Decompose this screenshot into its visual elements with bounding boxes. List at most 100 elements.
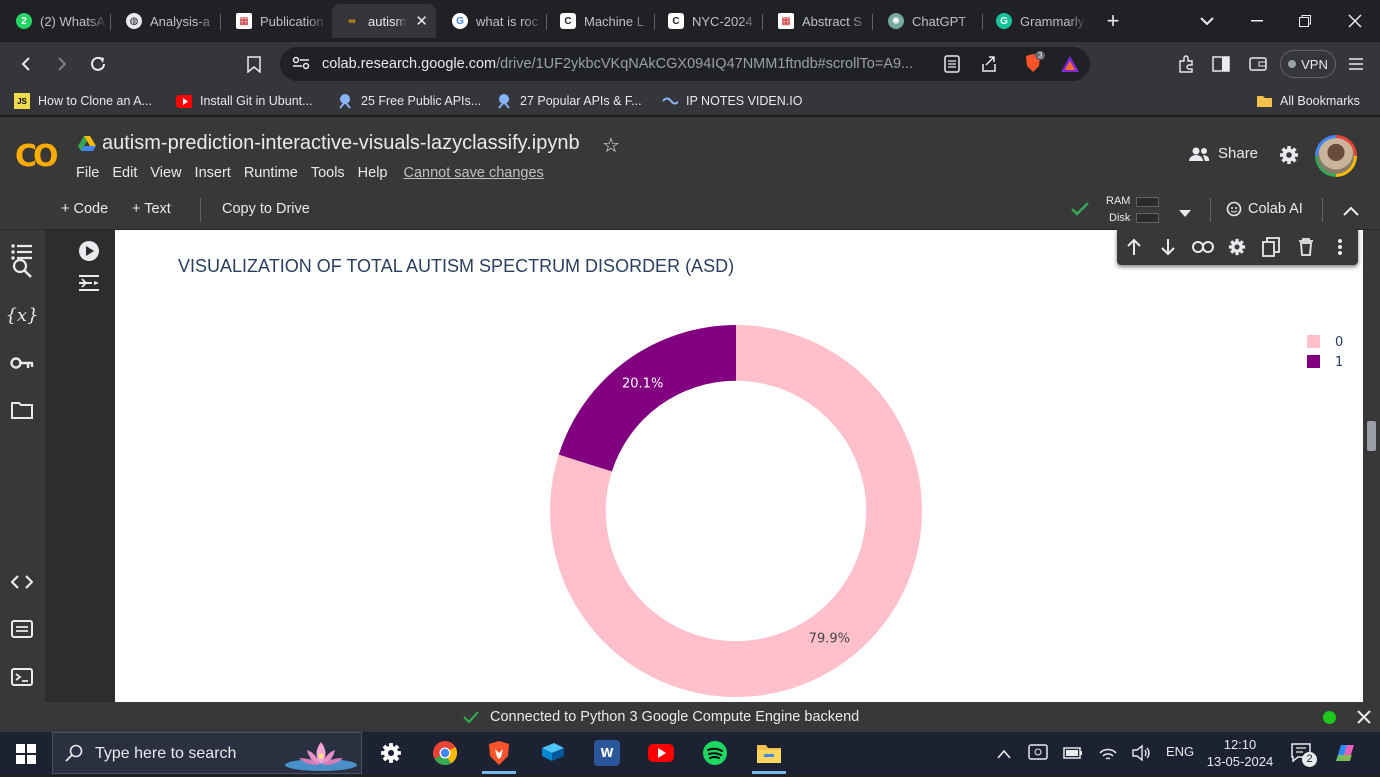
colab-ai-button[interactable]: Colab AI — [1226, 201, 1303, 217]
collapse-header-icon[interactable] — [1343, 203, 1359, 221]
add-text-button[interactable]: + Text — [132, 201, 171, 217]
sidebar-icon[interactable] — [1209, 52, 1233, 76]
bookmark-item[interactable]: 27 Popular APIs & F... — [496, 93, 642, 109]
menu-runtime[interactable]: Runtime — [244, 165, 298, 181]
forward-icon[interactable] — [50, 52, 74, 76]
move-cell-down-icon[interactable] — [1157, 236, 1179, 258]
browser-tab[interactable]: ▦ Abstract S — [766, 4, 870, 38]
clock[interactable]: 12:10 13-05-2024 — [1200, 736, 1280, 770]
add-code-button[interactable]: + Code — [61, 201, 108, 217]
restore-button[interactable] — [1292, 8, 1318, 34]
taskbar-app-icon[interactable] — [540, 740, 566, 766]
taskbar-search-box[interactable]: Type here to search — [52, 732, 362, 774]
cell-settings-icon[interactable] — [1226, 236, 1248, 258]
copy-to-drive-button[interactable]: Copy to Drive — [222, 201, 310, 217]
minimize-button[interactable] — [1244, 8, 1270, 34]
all-bookmarks[interactable]: All Bookmarks — [1256, 93, 1360, 109]
delete-cell-icon[interactable] — [1295, 236, 1317, 258]
bookmark-item[interactable]: 25 Free Public APIs... — [337, 93, 481, 109]
tab-search-icon[interactable] — [1194, 8, 1220, 34]
browser-tab[interactable]: ▦ Publication — [224, 4, 328, 38]
donut-slice-1[interactable] — [558, 325, 736, 472]
share-button[interactable]: Share — [1188, 145, 1258, 162]
tray-app-icon[interactable] — [1028, 744, 1048, 767]
browser-tab[interactable]: C NYC-2024 — [656, 4, 760, 38]
browser-tab[interactable]: 2 (2) WhatsA — [4, 4, 108, 38]
browser-tab[interactable]: ✺ ChatGPT — [876, 4, 980, 38]
colab-logo[interactable]: CO — [15, 139, 58, 174]
taskbar-word-icon[interactable]: W — [594, 740, 620, 766]
reader-mode-icon[interactable] — [944, 55, 960, 78]
windows-start-icon[interactable] — [16, 744, 36, 769]
taskbar-file-explorer-icon[interactable] — [756, 740, 782, 766]
variables-icon[interactable]: {𝑥} — [5, 301, 38, 329]
code-snippets-icon[interactable] — [8, 568, 36, 596]
mirror-cell-icon[interactable] — [1260, 236, 1282, 258]
avatar[interactable] — [1315, 135, 1357, 177]
menu-edit[interactable]: Edit — [112, 165, 137, 181]
volume-icon[interactable] — [1131, 744, 1151, 767]
more-options-icon[interactable] — [1329, 236, 1351, 258]
runtime-dropdown-icon[interactable] — [1178, 205, 1192, 223]
menu-icon[interactable] — [1344, 52, 1368, 76]
bookmark-item[interactable]: JS How to Clone an A... — [14, 93, 152, 109]
close-window-button[interactable] — [1342, 8, 1368, 34]
notebook-scrollbar[interactable] — [1363, 230, 1380, 702]
star-icon[interactable]: ☆ — [602, 133, 620, 158]
bookmark-item[interactable]: Install Git in Ubunt... — [176, 93, 313, 109]
browser-tab[interactable]: ◍ Analysis-a — [114, 4, 218, 38]
scrollbar-thumb[interactable] — [1367, 421, 1376, 451]
close-status-icon[interactable] — [1357, 710, 1371, 729]
chart-legend[interactable]: 01 — [1307, 335, 1343, 370]
browser-tab[interactable]: C Machine L — [548, 4, 652, 38]
taskbar-spotify-icon[interactable] — [702, 740, 728, 766]
show-hidden-icons-icon[interactable] — [997, 746, 1011, 764]
menu-help[interactable]: Help — [358, 165, 388, 181]
brave-rewards-icon[interactable] — [1060, 55, 1080, 78]
close-tab-icon[interactable]: ✕ — [415, 12, 428, 30]
command-palette-icon[interactable] — [8, 615, 36, 643]
browser-tab[interactable]: ∞ autism ✕ — [332, 4, 436, 38]
wifi-icon[interactable] — [1098, 744, 1118, 767]
bookmark-page-icon[interactable] — [242, 52, 266, 76]
taskbar-brave-icon[interactable] — [486, 740, 512, 766]
notebook-title[interactable]: autism-prediction-interactive-visuals-la… — [102, 132, 580, 155]
extensions-icon[interactable] — [1174, 52, 1198, 76]
wallet-icon[interactable] — [1246, 52, 1270, 76]
cannot-save-link[interactable]: Cannot save changes — [404, 165, 544, 181]
legend-label[interactable]: 0 — [1335, 335, 1343, 350]
bookmark-item[interactable]: IP NOTES VIDEN.IO — [662, 93, 802, 109]
link-icon[interactable] — [1192, 236, 1214, 258]
menu-insert[interactable]: Insert — [195, 165, 231, 181]
secrets-key-icon[interactable] — [8, 349, 36, 377]
legend-swatch[interactable] — [1307, 355, 1320, 368]
site-settings-icon[interactable] — [292, 55, 310, 76]
files-folder-icon[interactable] — [8, 396, 36, 424]
move-cell-up-icon[interactable] — [1123, 236, 1145, 258]
run-cell-icon[interactable] — [78, 240, 100, 267]
language-indicator[interactable]: ENG — [1166, 744, 1194, 759]
menu-file[interactable]: File — [76, 165, 99, 181]
taskbar-chrome-icon[interactable] — [432, 740, 458, 766]
menu-tools[interactable]: Tools — [311, 165, 345, 181]
battery-icon[interactable] — [1063, 746, 1083, 764]
vpn-button[interactable]: VPN — [1280, 50, 1336, 78]
legend-swatch[interactable] — [1307, 335, 1320, 348]
new-tab-button[interactable]: + — [1100, 8, 1126, 34]
resource-monitor[interactable]: RAM Disk — [1098, 194, 1162, 226]
menu-view[interactable]: View — [150, 165, 181, 181]
copilot-icon[interactable] — [1332, 741, 1358, 770]
terminal-icon[interactable] — [8, 663, 36, 691]
browser-tab[interactable]: Gwhat is roc — [440, 4, 544, 38]
back-icon[interactable] — [14, 52, 38, 76]
share-page-icon[interactable] — [980, 55, 998, 78]
taskbar-settings-icon[interactable] — [378, 740, 404, 766]
legend-label[interactable]: 1 — [1335, 355, 1343, 370]
reload-icon[interactable] — [86, 52, 110, 76]
taskbar-youtube-icon[interactable] — [648, 740, 674, 766]
output-actions-icon[interactable] — [78, 273, 100, 298]
address-bar[interactable]: colab.research.google.com/drive/1UF2ykbc… — [280, 47, 1090, 81]
browser-tab[interactable]: G Grammarly — [984, 4, 1088, 38]
settings-gear-icon[interactable] — [1279, 145, 1299, 170]
search-icon[interactable] — [8, 254, 36, 282]
